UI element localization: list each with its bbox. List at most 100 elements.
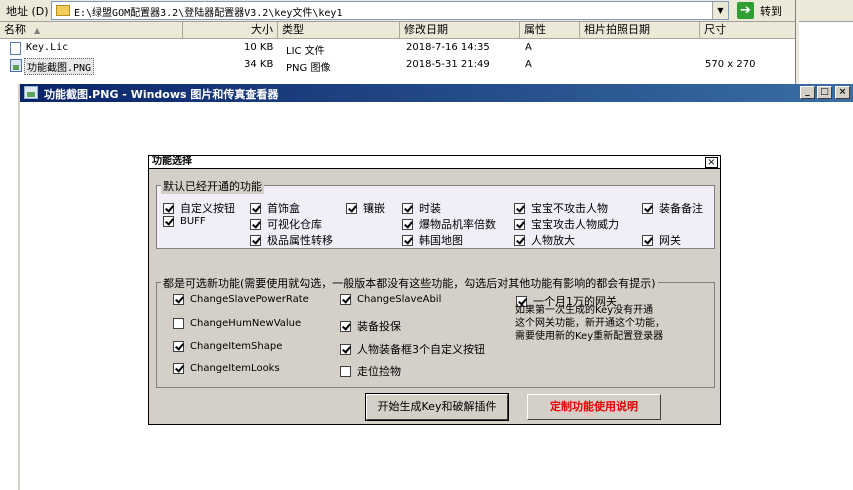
- checkbox-character-zoom[interactable]: 人物放大: [514, 232, 575, 248]
- checkbox-box[interactable]: [173, 318, 184, 329]
- feature-select-dialog: 功能选择 × 默认已经开通的功能 都是可选新功能(需要使用就勾选，一般版本都没有…: [148, 155, 721, 425]
- checkbox-box[interactable]: [340, 294, 351, 305]
- dialog-title: 功能选择: [152, 156, 192, 167]
- checkbox-label: 自定义按钮: [180, 202, 235, 215]
- viewer-titlebar[interactable]: 功能截图.PNG - Windows 图片和传真查看器 _ □ ×: [20, 84, 853, 102]
- checkbox-change-slave-abil[interactable]: ChangeSlaveAbil: [340, 294, 441, 305]
- optional-features-label: 都是可选新功能(需要使用就勾选，一般版本都没有这些功能，勾选后对其他功能有影响的…: [161, 275, 658, 291]
- checkbox-box[interactable]: [346, 202, 357, 214]
- address-bar: 地址 (D) E:\绿盟GOM配置器3.2\登陆器配置器V3.2\key文件\k…: [0, 0, 853, 22]
- checkbox-korea-map[interactable]: 韩国地图: [402, 232, 463, 248]
- generate-key-button[interactable]: 开始生成Key和破解插件: [365, 393, 509, 421]
- checkbox-box[interactable]: [642, 234, 653, 246]
- column-header-modified[interactable]: 修改日期: [400, 22, 520, 39]
- file-attr: A: [525, 42, 532, 53]
- address-path[interactable]: E:\绿盟GOM配置器3.2\登陆器配置器V3.2\key文件\key1: [74, 4, 342, 19]
- checkbox-attribute-transfer[interactable]: 极品属性转移: [250, 232, 333, 248]
- file-attr: A: [525, 59, 532, 70]
- column-header-attributes[interactable]: 属性: [520, 22, 580, 39]
- checkbox-box[interactable]: [173, 363, 184, 374]
- image-file-icon: [10, 59, 22, 72]
- file-name: Key.Lic: [26, 42, 69, 53]
- checkbox-label: 爆物品机率倍数: [419, 218, 496, 231]
- checkbox-inlay[interactable]: 镶嵌: [346, 200, 385, 216]
- address-input[interactable]: E:\绿盟GOM配置器3.2\登陆器配置器V3.2\key文件\key1 ▼: [51, 1, 729, 20]
- file-type: LIC 文件: [286, 46, 325, 57]
- dialog-close-button[interactable]: ×: [705, 157, 718, 168]
- checkbox-box[interactable]: [402, 218, 413, 230]
- go-label: 转到: [760, 5, 782, 18]
- checkbox-box[interactable]: [250, 234, 261, 246]
- checkbox-box[interactable]: [514, 202, 525, 214]
- checkbox-equipment-custom-buttons[interactable]: 人物装备框3个自定义按钮: [340, 341, 485, 357]
- checkbox-label: 人物放大: [531, 234, 575, 247]
- checkbox-box[interactable]: [163, 216, 174, 227]
- checkbox-label: 人物装备框3个自定义按钮: [357, 343, 485, 356]
- column-name-label: 名称: [4, 23, 26, 36]
- checkbox-fashion[interactable]: 时装: [402, 200, 441, 216]
- checkbox-change-slave-power-rate[interactable]: ChangeSlavePowerRate: [173, 294, 309, 305]
- checkbox-box[interactable]: [514, 218, 525, 230]
- checkbox-box[interactable]: [163, 202, 174, 214]
- checkbox-change-hum-new-value[interactable]: ChangeHumNewValue: [173, 318, 301, 329]
- checkbox-box[interactable]: [340, 343, 351, 355]
- note-line: 这个网关功能，新开通这个功能，: [515, 318, 665, 329]
- checkbox-box[interactable]: [340, 320, 351, 332]
- checkbox-label: ChangeItemLooks: [190, 363, 280, 374]
- checkbox-box[interactable]: [250, 202, 261, 214]
- checkbox-label: 首饰盒: [267, 202, 300, 215]
- note-line: 需要使用新的Key重新配置登录器: [515, 331, 664, 342]
- checkbox-label: 镶嵌: [363, 202, 385, 215]
- checkbox-jewelry-box[interactable]: 首饰盒: [250, 200, 300, 216]
- minimize-button[interactable]: _: [800, 86, 815, 99]
- viewer-title: 功能截图.PNG - Windows 图片和传真查看器: [44, 88, 279, 101]
- checkbox-label: ChangeSlaveAbil: [357, 294, 442, 305]
- checkbox-box[interactable]: [340, 365, 351, 377]
- checkbox-label: 宝宝不攻击人物: [531, 202, 608, 215]
- checkbox-box[interactable]: [642, 202, 653, 214]
- checkbox-box[interactable]: [173, 341, 184, 352]
- close-button[interactable]: ×: [835, 86, 850, 99]
- checkbox-label: 极品属性转移: [267, 234, 333, 247]
- file-size: 10 KB: [244, 42, 274, 53]
- column-header-size[interactable]: 大小: [183, 22, 278, 39]
- checkbox-equipment-insurance[interactable]: 装备投保: [340, 318, 401, 334]
- checkbox-buff[interactable]: BUFF: [163, 216, 206, 227]
- checkbox-box[interactable]: [402, 234, 413, 246]
- checkbox-change-item-shape[interactable]: ChangeItemShape: [173, 341, 282, 352]
- checkbox-box[interactable]: [173, 294, 184, 305]
- checkbox-pet-no-attack[interactable]: 宝宝不攻击人物: [514, 200, 608, 216]
- checkbox-drop-rate[interactable]: 爆物品机率倍数: [402, 216, 496, 232]
- checkbox-gateway[interactable]: 网关: [642, 232, 681, 248]
- checkbox-box[interactable]: [402, 202, 413, 214]
- go-button[interactable]: ➔ 转到: [735, 0, 789, 21]
- chevron-down-icon[interactable]: ▼: [712, 2, 728, 19]
- checkbox-change-item-looks[interactable]: ChangeItemLooks: [173, 363, 280, 374]
- file-icon: [10, 42, 21, 55]
- default-features-label: 默认已经开通的功能: [161, 178, 264, 194]
- checkbox-walk-pickup[interactable]: 走位捡物: [340, 363, 401, 379]
- checkbox-equipment-note[interactable]: 装备备注: [642, 200, 703, 216]
- checkbox-label: 可视化仓库: [267, 218, 322, 231]
- checkbox-pet-attack-power[interactable]: 宝宝攻击人物威力: [514, 216, 619, 232]
- column-header-name[interactable]: 名称 ▲: [0, 22, 183, 39]
- file-dims: 570 x 270: [705, 59, 756, 70]
- checkbox-label: 装备投保: [357, 320, 401, 333]
- file-row[interactable]: 功能截图.PNG 34 KB PNG 图像 2018-5-31 21:49 A …: [0, 57, 796, 75]
- dialog-titlebar: 功能选择 ×: [149, 156, 720, 169]
- checkbox-custom-button[interactable]: 自定义按钮: [163, 200, 235, 216]
- column-header-photo-date[interactable]: 相片拍照日期: [580, 22, 700, 39]
- file-row[interactable]: Key.Lic 10 KB LIC 文件 2018-7-16 14:35 A: [0, 40, 796, 57]
- folder-icon: [56, 5, 70, 16]
- checkbox-label: ChangeItemShape: [190, 341, 283, 352]
- checkbox-visual-storage[interactable]: 可视化仓库: [250, 216, 322, 232]
- arrow-right-icon: ➔: [737, 2, 754, 19]
- maximize-button[interactable]: □: [817, 86, 832, 99]
- checkbox-box[interactable]: [250, 218, 261, 230]
- checkbox-label: 网关: [659, 234, 681, 247]
- checkbox-box[interactable]: [514, 234, 525, 246]
- feature-help-button[interactable]: 定制功能使用说明: [527, 394, 661, 420]
- checkbox-label: 宝宝攻击人物威力: [531, 218, 619, 231]
- column-header-dimensions[interactable]: 尺寸: [700, 22, 796, 39]
- column-header-type[interactable]: 类型: [278, 22, 400, 39]
